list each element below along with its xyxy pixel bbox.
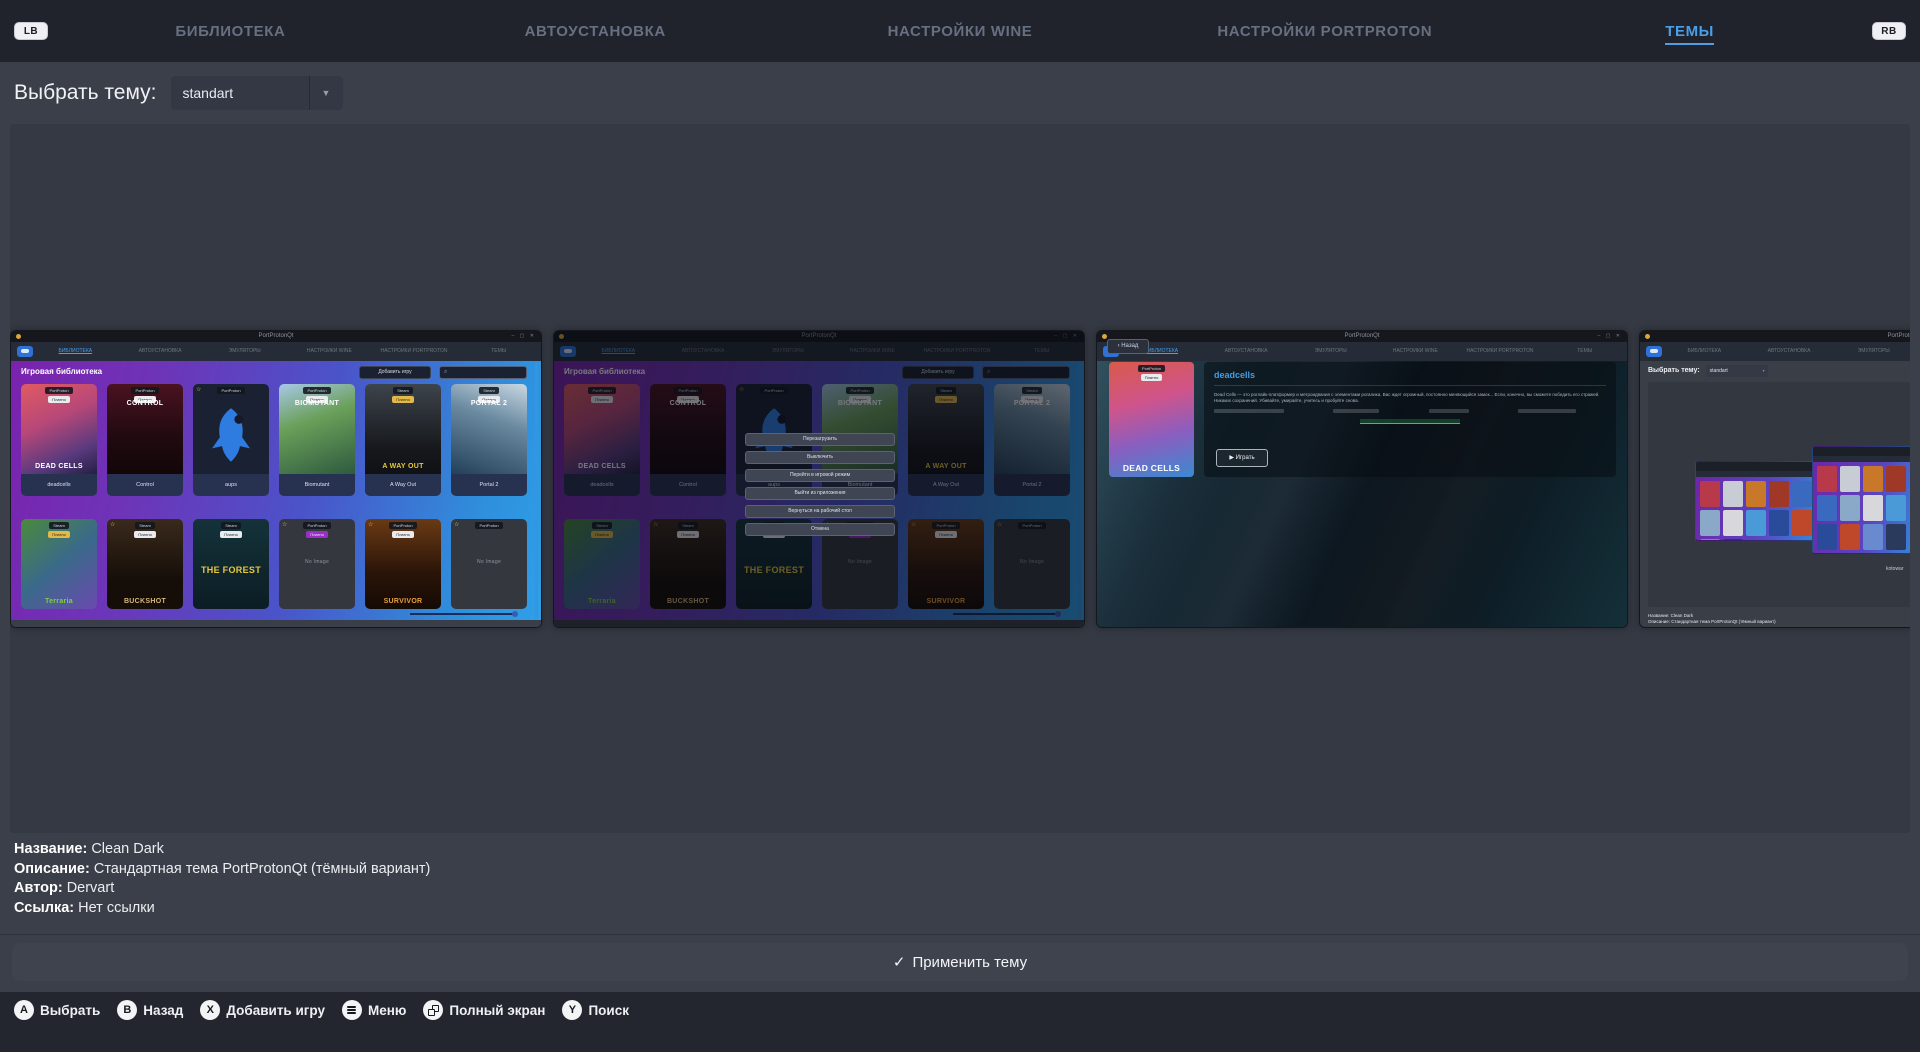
theme-preview-game-detail[interactable]: PortProtonQt – ▢ ✕ БИБЛИОТЕКА АВТОУСТАНО…: [1096, 330, 1628, 628]
hint-fullscreen[interactable]: Полный экран: [423, 1000, 545, 1020]
gamepad-logo-icon: [17, 346, 33, 357]
gamepad-a-icon: A: [14, 1000, 34, 1020]
mini-theme-dropdown: standart▾: [1706, 365, 1768, 377]
game-card-awayout: SteamПлатноA WAY OUT A Way Out: [365, 384, 441, 496]
mini-add-game-button: Добавить игру: [359, 366, 431, 379]
mini-system-menu: Перезагрузить Выключить Перейти в игрово…: [745, 433, 895, 536]
theme-selector-row: Выбрать тему: standart ▼: [0, 62, 1920, 124]
mini-deadcells-cover: PortProtonПлатно DEAD CELLS: [1109, 362, 1194, 477]
hint-add-game[interactable]: X Добавить игру: [200, 1000, 325, 1020]
hint-search[interactable]: Y Поиск: [562, 1000, 629, 1020]
top-navigation: LB БИБЛИОТЕКА АВТОУСТАНОВКА НАСТРОЙКИ WI…: [0, 0, 1920, 62]
game-card-buckshot: ☆SteamПлатноBUCKSHOT: [107, 519, 183, 609]
mini-window-controls: – ▢ ✕: [512, 333, 536, 339]
mini-titlebar: PortProtonQt – ▢ ✕: [11, 331, 541, 342]
tab-portproton-settings[interactable]: НАСТРОЙКИ PORTPROTON: [1142, 23, 1507, 40]
mini-nav: БИБЛИОТЕКА АВТОУСТАНОВКА ЭМУЛЯТОРЫ НАСТР…: [1640, 342, 1910, 361]
mini-footer: [11, 620, 541, 627]
mini-window-controls: – ▢ ✕: [1598, 333, 1622, 339]
game-card-biomutant: PortProtonПлатноBIOMUTANT Biomutant: [279, 384, 355, 496]
theme-preview-library[interactable]: PortProtonQt – ▢ ✕ БИБЛИОТЕКА АВТОУСТАНО…: [10, 330, 542, 628]
mini-titlebar: PortProtonQt: [1640, 331, 1910, 342]
mini-vertical-scrollbar: [535, 363, 539, 619]
mini-search-input: ⌕: [439, 366, 527, 379]
mini-play-button: ▶ Играть: [1216, 449, 1268, 467]
menu-icon: [342, 1000, 362, 1020]
fullscreen-icon: [423, 1000, 443, 1020]
gamepad-logo-icon: [1646, 346, 1662, 357]
mini-detail-panel: deadcells Dead Cells — это роглайк-платф…: [1204, 362, 1616, 477]
game-card-portal2: SteamПлатноPORTAL 2 Portal 2: [451, 384, 527, 496]
rocket-placeholder-icon: [207, 406, 255, 464]
theme-preview-themes-page[interactable]: PortProtonQt БИБЛИОТЕКА АВТОУСТАНОВКА ЭМ…: [1639, 330, 1910, 628]
nav-tabs: БИБЛИОТЕКА АВТОУСТАНОВКА НАСТРОЙКИ WINE …: [48, 23, 1872, 40]
hint-select[interactable]: A Выбрать: [14, 1000, 100, 1020]
gamepad-y-icon: Y: [562, 1000, 582, 1020]
theme-description-row: Описание: Стандартная тема PortProtonQt …: [14, 860, 430, 880]
theme-selector-label: Выбрать тему:: [14, 81, 157, 105]
hint-back[interactable]: B Назад: [117, 1000, 183, 1020]
mini-nav: БИБЛИОТЕКА АВТОУСТАНОВКА ЭМУЛЯТОРЫ НАСТР…: [11, 342, 541, 361]
mini-library-screenshot: [1812, 446, 1910, 554]
apply-theme-button[interactable]: ✓ Применить тему: [12, 943, 1908, 981]
gamepad-x-icon: X: [200, 1000, 220, 1020]
theme-preview-panel: PortProtonQt – ▢ ✕ БИБЛИОТЕКА АВТОУСТАНО…: [10, 124, 1910, 833]
tab-wine-settings[interactable]: НАСТРОЙКИ WINE: [778, 23, 1143, 40]
theme-dropdown[interactable]: standart ▼: [171, 76, 343, 110]
preview-library-content: PortProtonQt – ▢ ✕ БИБЛИОТЕКА АВТОУСТАНО…: [11, 331, 541, 361]
mini-titlebar: PortProtonQt – ▢ ✕: [1097, 331, 1627, 342]
theme-link-row: Ссылка: Нет ссылки: [14, 899, 430, 919]
theme-dropdown-value: standart: [171, 85, 309, 101]
game-card-control: PortProtonПлатноCONTROL Control: [107, 384, 183, 496]
theme-info: Название: Clean Dark Описание: Стандартн…: [14, 840, 430, 918]
mini-stats-row: [1214, 409, 1606, 413]
mini-game-row-1: PortProtonПлатноDEAD CELLS deadcells Por…: [21, 384, 527, 496]
theme-preview-carousel: PortProtonQt – ▢ ✕ БИБЛИОТЕКА АВТОУСТАНО…: [10, 124, 1910, 833]
check-icon: ✓: [893, 953, 906, 971]
game-card-aups: ☆ PortProton aups: [193, 384, 269, 496]
rb-shoulder-button[interactable]: RB: [1872, 22, 1906, 40]
gamepad-hints-bar: A Выбрать B Назад X Добавить игру Меню П…: [0, 992, 1920, 1052]
mini-game-row-2: SteamПлатноTerraria ☆SteamПлатноBUCKSHOT…: [21, 519, 527, 609]
hint-menu[interactable]: Меню: [342, 1000, 406, 1020]
game-card-terraria: SteamПлатноTerraria: [21, 519, 97, 609]
tab-themes[interactable]: ТЕМЫ: [1507, 23, 1872, 40]
chevron-down-icon[interactable]: ▼: [309, 76, 343, 110]
mini-nav: БИБЛИОТЕКА АВТОУСТАНОВКА ЭМУЛЯТОРЫ НАСТР…: [1097, 342, 1627, 361]
mini-update-link: [1360, 419, 1460, 424]
theme-author-row: Автор: Dervart: [14, 879, 430, 899]
divider: [0, 934, 1920, 935]
mini-horizontal-scrollbar: [410, 613, 515, 615]
tab-library[interactable]: БИБЛИОТЕКА: [48, 23, 413, 40]
tab-autoinstall[interactable]: АВТОУСТАНОВКА: [413, 23, 778, 40]
game-card-survivor: ☆PortProtonПлатноSURVIVOR: [365, 519, 441, 609]
game-card-noimage-1: ☆PortProtonПлатноNo Image: [279, 519, 355, 609]
mini-library-screenshot: [1695, 461, 1823, 541]
game-card-noimage-2: ☆PortProtonNo Image: [451, 519, 527, 609]
gamepad-b-icon: B: [117, 1000, 137, 1020]
game-card-forest: SteamПлатноTHE FOREST: [193, 519, 269, 609]
lb-shoulder-button[interactable]: LB: [14, 22, 48, 40]
mini-library-body: Игровая библиотека Добавить игру ⌕ PortP…: [11, 361, 541, 627]
theme-preview-system-menu[interactable]: PortProtonQt – ▢ ✕ БИБЛИОТЕКА АВТОУСТАНО…: [553, 330, 1085, 628]
mini-preview-area: [1648, 382, 1910, 607]
theme-name-row: Название: Clean Dark: [14, 840, 430, 860]
game-card-deadcells: PortProtonПлатноDEAD CELLS deadcells: [21, 384, 97, 496]
mini-themes-body: Выбрать тему: standart▾ kotowar Название: [1640, 361, 1910, 627]
mini-back-button: ‹ Назад: [1107, 339, 1149, 354]
